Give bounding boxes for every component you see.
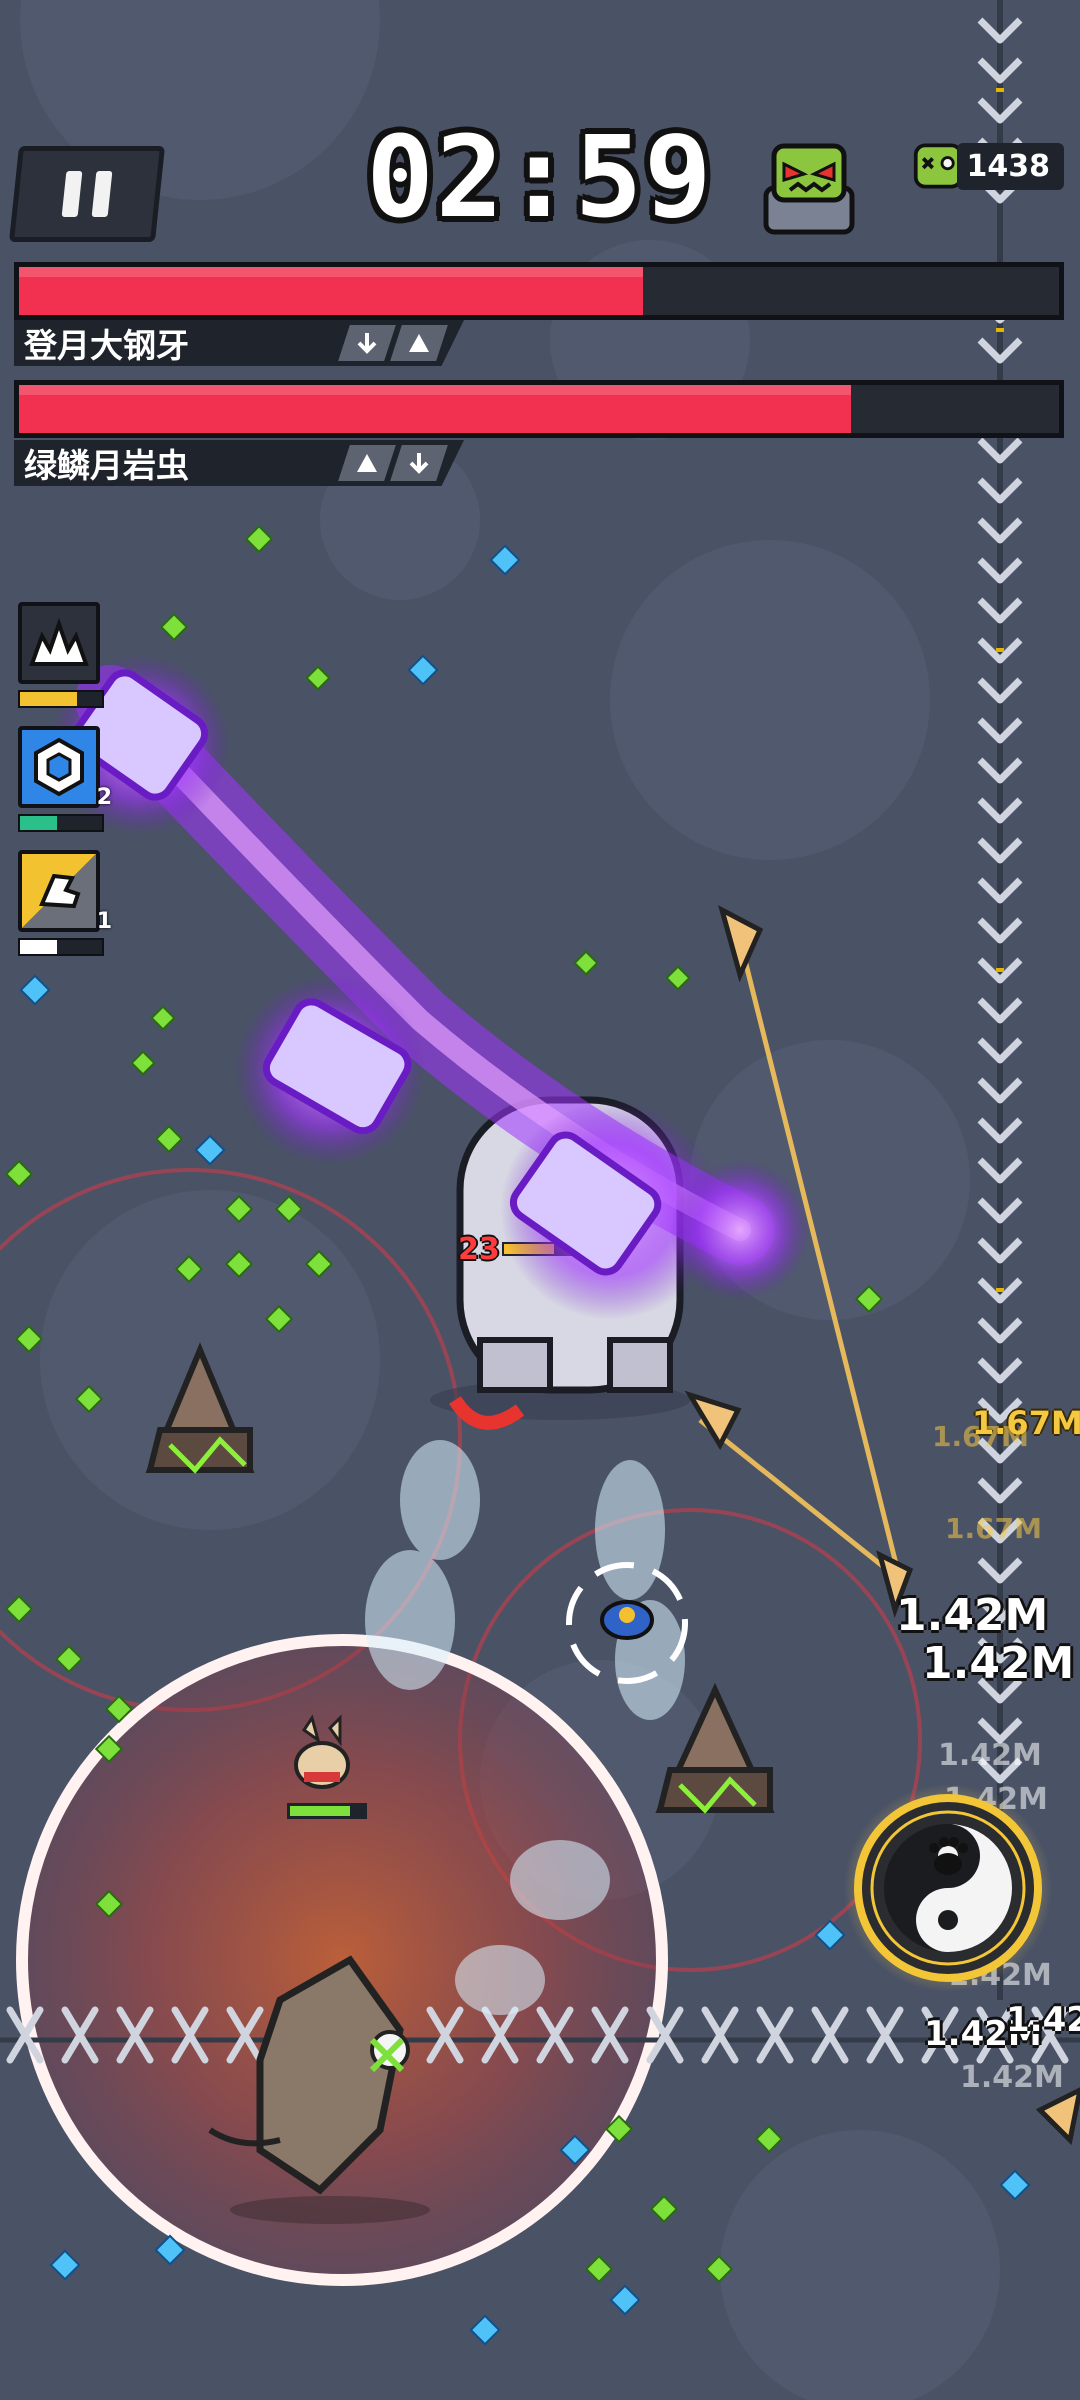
damage-number-gold: 1.67M [945,1512,1042,1545]
skill-level-2: 2 [96,785,112,810]
boss-hp-shine-2 [19,385,851,395]
damage-number: 1.42 [1006,2000,1080,2040]
skill-slot-2[interactable]: 2 [18,726,112,810]
enemy-level: 23 [458,1232,500,1267]
spike-icon [357,454,377,472]
down-arrow-icon [409,453,429,474]
explosion-icon [29,617,89,666]
pause-icon [61,171,83,217]
kill-count: 1438 [956,142,1064,190]
boss-name-2: 绿鳞月岩虫 [24,446,189,485]
skill-bar-3 [18,938,104,956]
damage-number: 1.42M [938,1738,1042,1773]
element-badge-3 [338,445,396,481]
skill-slot-1[interactable] [18,602,100,684]
survival-timer: 02:59 [366,113,714,243]
pause-icon-bar [91,171,113,217]
damage-number: 1.42M [960,2060,1064,2095]
element-badge-4 [390,445,448,481]
down-arrow-icon [357,333,377,354]
boss-name-1: 登月大钢牙 [24,326,189,365]
damage-number-gold: 1.67M [932,1420,1029,1453]
skill-bar-fill-3 [20,940,57,954]
skill-level-3: 1 [96,909,112,934]
skill-bar-fill-1 [20,692,78,706]
shield-hex-icon [34,737,84,797]
skill-slot-3[interactable]: 1 [18,850,112,934]
boss-hp-shine-1 [19,267,643,277]
skill-bar-1 [18,690,104,708]
spike-icon [409,334,429,352]
skill-bar-2 [18,814,104,832]
skill-bar-fill-2 [20,816,57,830]
damage-number: 1.42M [922,1638,1075,1689]
boss-name-tag-1: 登月大钢牙 [14,320,464,366]
skill-slots: 2 1 [18,602,112,974]
boss-name-tag-2: 绿鳞月岩虫 [14,440,464,486]
pause-button[interactable] [8,146,166,242]
boss-monster-icon [763,143,855,235]
element-badge-2 [390,325,448,361]
speed-boot-icon [39,873,81,909]
element-badge-1 [338,325,396,361]
damage-number: 1.42M [896,1590,1049,1641]
kill-counter: 1438 [912,138,1064,194]
player-hp-fill [290,1806,350,1816]
yin-yang-skill-button[interactable] [842,1782,1054,1994]
boss-hp-bar-2 [14,380,1064,438]
boss-hp-bar-1 [14,262,1064,320]
